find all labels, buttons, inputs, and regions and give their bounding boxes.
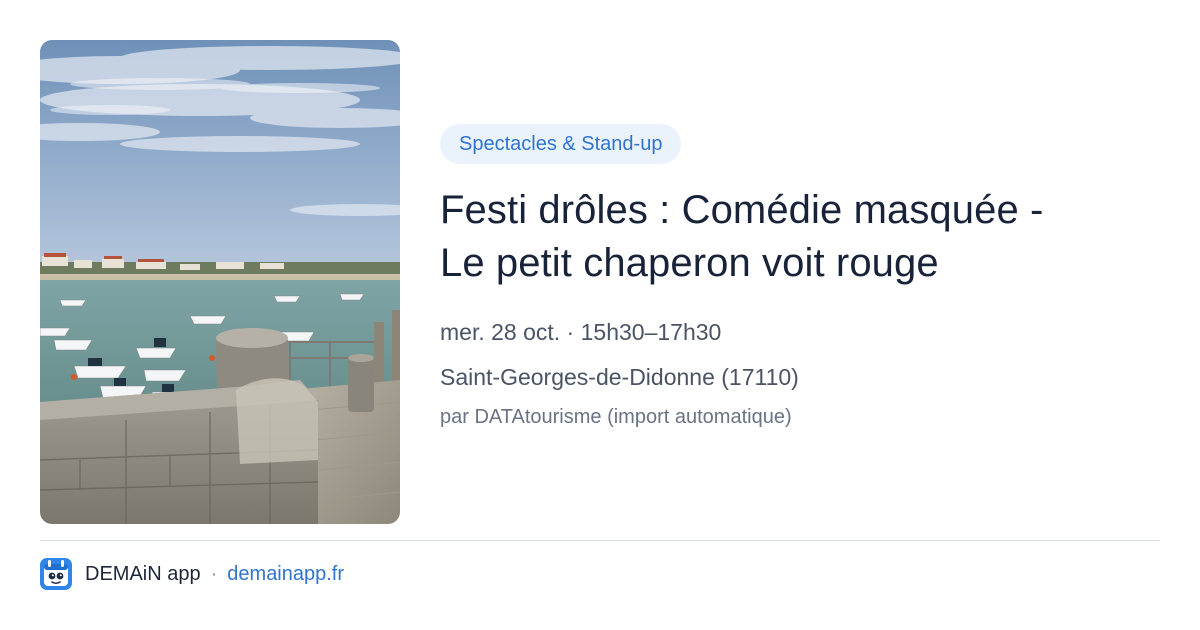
footer-separator: ·: [210, 562, 218, 585]
event-title-line-1: Festi drôles : Comédie masquée -: [440, 188, 1044, 232]
event-title: Festi drôles : Comédie masquée - Le peti…: [440, 184, 1160, 290]
event-source: par DATAtourisme (import automatique): [440, 406, 792, 428]
event-info: Spectacles & Stand-up Festi drôles : Com…: [440, 124, 1160, 430]
event-photo: [40, 40, 400, 524]
demain-app-logo-icon: [40, 558, 72, 590]
app-name: DEMAiN app: [85, 562, 201, 585]
event-location: Saint-Georges-de-Didonne (17110): [440, 364, 799, 390]
event-title-line-2: Le petit chaperon voit rouge: [440, 241, 939, 285]
footer-divider: [40, 540, 1160, 541]
event-date-time: mer. 28 oct. · 15h30–17h30: [440, 319, 722, 345]
category-badge[interactable]: Spectacles & Stand-up: [440, 124, 682, 164]
footer: DEMAiN app · demainapp.fr: [40, 557, 344, 591]
event-share-card: Spectacles & Stand-up Festi drôles : Com…: [0, 0, 1200, 630]
app-website-link[interactable]: demainapp.fr: [227, 563, 344, 586]
